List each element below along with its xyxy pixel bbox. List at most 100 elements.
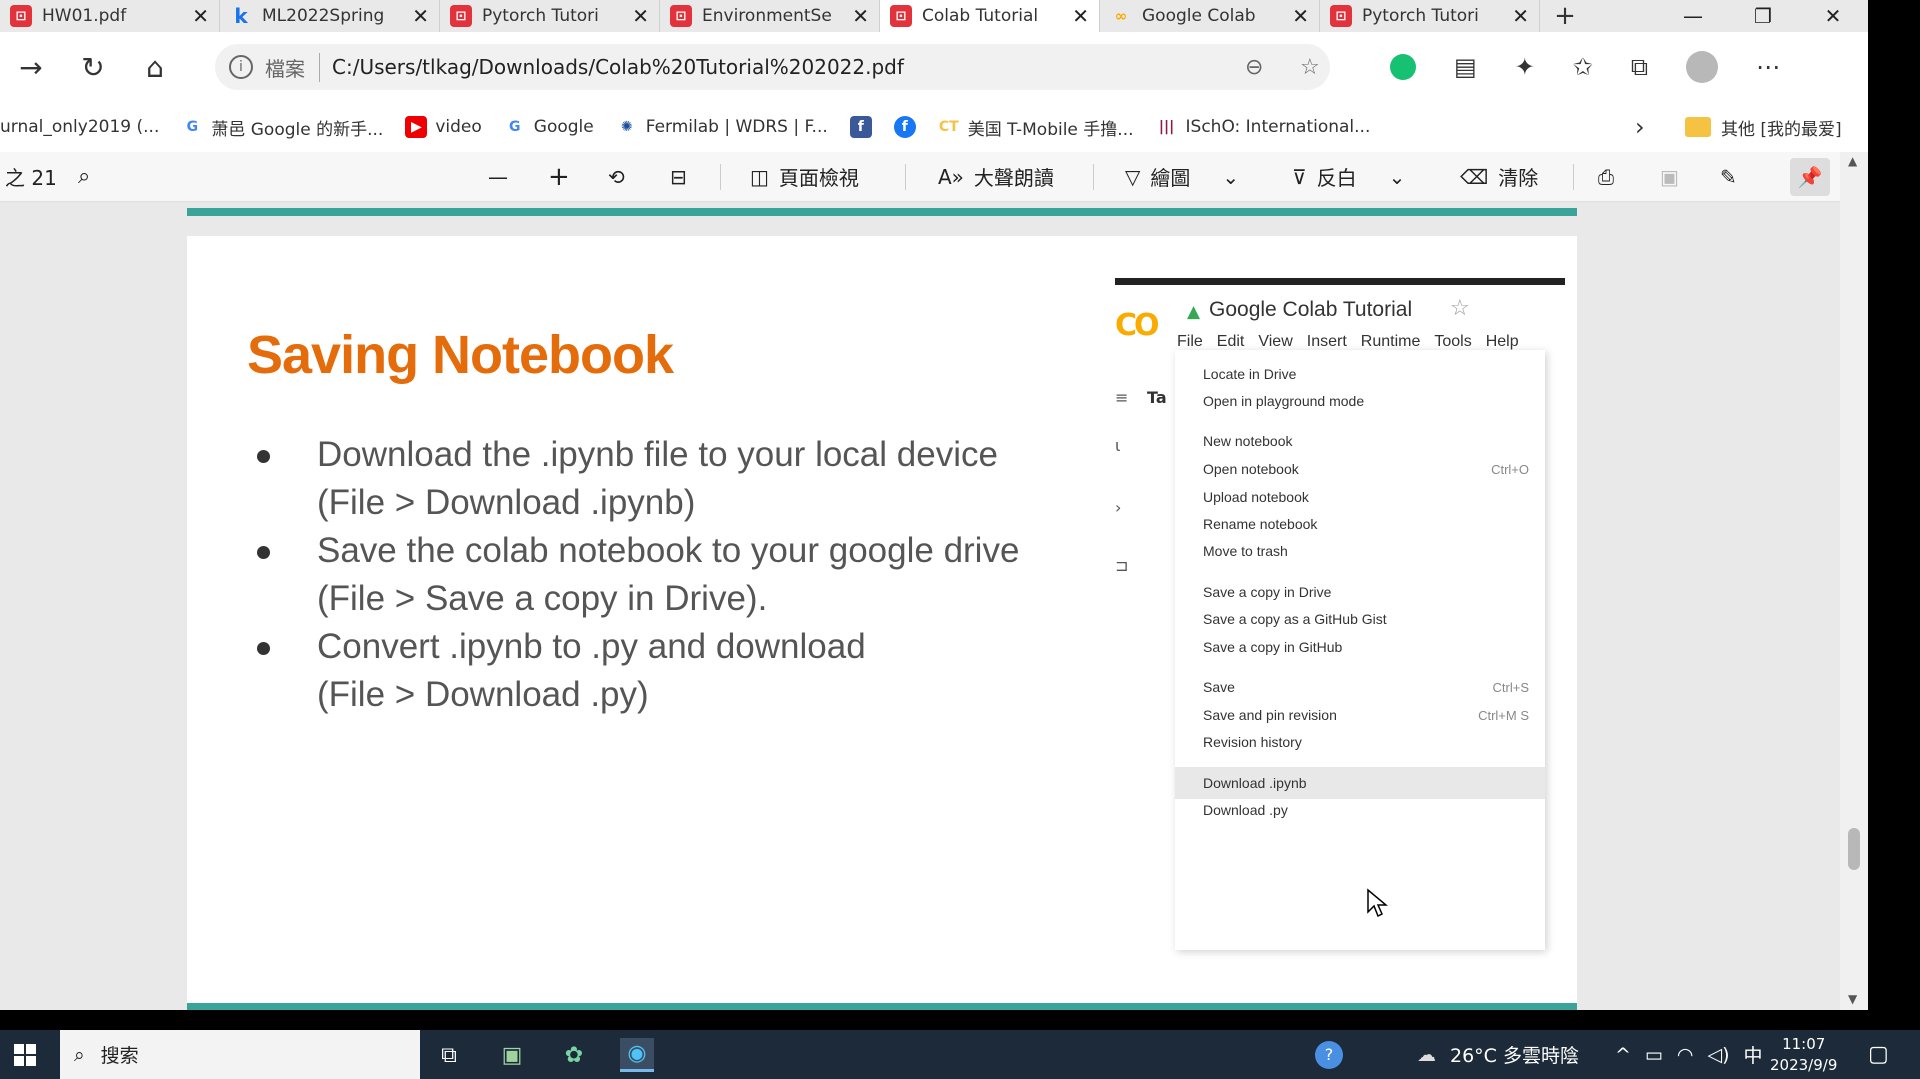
minimize-icon[interactable]: — <box>1658 0 1728 32</box>
close-icon[interactable]: ✕ <box>412 4 429 28</box>
close-icon[interactable]: ✕ <box>632 4 649 28</box>
add-favorite-icon[interactable]: ☆ <box>1300 55 1320 80</box>
volume-icon[interactable]: ◁) <box>1707 1044 1729 1066</box>
scroll-down-icon[interactable]: ▼ <box>1848 992 1857 1006</box>
draw-label: 繪圖 <box>1150 166 1191 190</box>
collections-icon[interactable]: ⧉ <box>1631 53 1648 81</box>
pin-toolbar-icon[interactable]: 📌 <box>1790 158 1830 196</box>
save-as-icon[interactable]: ✎ <box>1720 165 1737 189</box>
menu-item-label: Download .py <box>1203 802 1288 818</box>
rotate-icon[interactable]: ⟲ <box>608 165 625 189</box>
close-icon[interactable]: ✕ <box>852 4 869 28</box>
edge-browser-icon[interactable]: ◉ <box>620 1038 654 1072</box>
close-icon[interactable]: ✕ <box>1512 4 1529 28</box>
extension-icon[interactable]: ▤ <box>1454 53 1477 81</box>
wifi-icon[interactable]: ◠ <box>1677 1044 1694 1066</box>
chevron-right-icon[interactable]: › <box>1635 113 1645 141</box>
close-icon[interactable]: ✕ <box>192 4 209 28</box>
close-icon[interactable]: ✕ <box>1072 4 1089 28</box>
toolbar-divider <box>905 164 906 190</box>
star-icon: ☆ <box>1450 296 1470 321</box>
address-input[interactable]: i 檔案 C:/Users/tlkag/Downloads/Colab%20Tu… <box>215 44 1330 90</box>
tab-label: Pytorch Tutori <box>482 6 599 26</box>
menu-item-open-playground: Open in playground mode <box>1175 387 1545 415</box>
windows-start-icon[interactable] <box>14 1044 36 1066</box>
print-icon[interactable]: ⎙ <box>1598 165 1614 189</box>
menu-item-label: Save <box>1203 679 1235 695</box>
restore-icon[interactable]: ❐ <box>1728 0 1798 32</box>
url-text[interactable]: C:/Users/tlkag/Downloads/Colab%20Tutoria… <box>332 55 904 79</box>
bookmark-item[interactable]: ||| ISchO: International... <box>1156 116 1371 138</box>
bookmark-item[interactable]: CT 美国 T-Mobile 手撸... <box>938 115 1134 140</box>
slide-title: Saving Notebook <box>247 325 674 385</box>
search-icon[interactable]: ⌕ <box>78 164 90 189</box>
clock[interactable]: 11:07 2023/9/9 <box>1770 1034 1837 1076</box>
draw-button[interactable]: ▽ 繪圖 ⌄ <box>1125 162 1239 191</box>
puzzle-extensions-icon[interactable]: ✦ <box>1515 53 1535 81</box>
tab-ml2022spring[interactable]: k ML2022Spring ✕ <box>220 0 440 32</box>
ime-indicator[interactable]: 中 <box>1743 1041 1762 1068</box>
weather-text[interactable]: 26°C 多雲時陰 <box>1450 1041 1579 1068</box>
bookmark-item[interactable]: f <box>849 116 872 138</box>
tab-colab-tutorial[interactable]: ⊡ Colab Tutorial ✕ <box>880 0 1100 32</box>
favorites-icon[interactable]: ✩ <box>1573 53 1593 81</box>
fit-page-icon[interactable]: ⊟ <box>670 165 687 189</box>
chevron-down-icon[interactable]: ⌄ <box>1389 165 1406 189</box>
tab-pytorch-tutorial-2[interactable]: ⊡ Pytorch Tutori ✕ <box>1320 0 1540 32</box>
scrollbar[interactable]: ▲ ▼ <box>1840 152 1868 1010</box>
page-view-button[interactable]: ◫ 頁面檢視 <box>750 162 859 191</box>
file-scheme-label: 檔案 <box>265 52 320 82</box>
save-icon[interactable]: ▣ <box>1660 165 1679 189</box>
bookmark-item[interactable]: ✺ Fermilab | WDRS | F... <box>616 116 828 138</box>
menu-item-label: Upload notebook <box>1203 489 1309 505</box>
read-aloud-button[interactable]: A» 大聲朗讀 <box>938 162 1054 191</box>
task-view-icon[interactable]: ⧉ <box>432 1038 466 1072</box>
app-icon[interactable]: ▣ <box>495 1038 529 1072</box>
bookmark-label: Google <box>533 117 594 137</box>
profile-avatar[interactable] <box>1686 51 1719 83</box>
tab-google-colab[interactable]: ∞ Google Colab ✕ <box>1100 0 1320 32</box>
more-menu-icon[interactable]: ⋯ <box>1756 53 1780 81</box>
help-icon[interactable]: ? <box>1315 1040 1343 1069</box>
scrollbar-thumb[interactable] <box>1848 828 1860 870</box>
toolbar-divider <box>1093 164 1094 190</box>
chevron-down-icon[interactable]: ⌄ <box>1222 165 1239 189</box>
bookmark-item[interactable]: f <box>893 116 916 138</box>
other-favorites-folder[interactable]: 其他 [我的最爱] <box>1685 115 1842 140</box>
home-icon[interactable]: ⌂ <box>124 51 186 84</box>
tab-pytorch-tutorial[interactable]: ⊡ Pytorch Tutori ✕ <box>440 0 660 32</box>
search-placeholder: 搜索 <box>100 1045 139 1067</box>
zoom-out-button[interactable]: — <box>488 165 508 189</box>
colab-menu-edit: Edit <box>1216 333 1245 350</box>
close-icon[interactable]: ✕ <box>1292 4 1309 28</box>
highlight-button[interactable]: ⊽ 反白 ⌄ <box>1292 162 1405 191</box>
reload-icon[interactable]: ↻ <box>62 51 124 84</box>
bookmark-item[interactable]: G Google <box>504 116 594 138</box>
close-window-icon[interactable]: ✕ <box>1798 0 1868 32</box>
scroll-up-icon[interactable]: ▲ <box>1848 154 1857 168</box>
forward-icon[interactable]: → <box>0 51 62 84</box>
info-icon[interactable]: i <box>229 55 253 79</box>
bookmark-item[interactable]: ▶ video <box>405 116 482 138</box>
tab-environment-setup[interactable]: ⊡ EnvironmentSe ✕ <box>660 0 880 32</box>
tab-hw01[interactable]: ⊡ HW01.pdf ✕ <box>0 0 220 32</box>
new-tab-button[interactable]: + <box>1540 0 1590 32</box>
menu-item-save-copy-gist: Save a copy as a GitHub Gist <box>1175 605 1545 633</box>
search-icon: ɩ <box>1115 436 1121 455</box>
menu-item-label: Rename notebook <box>1203 516 1318 532</box>
bookmark-item[interactable]: urnal_only2019 (... <box>0 117 159 137</box>
zoom-in-button[interactable]: + <box>548 162 570 192</box>
shortcut-hint: Ctrl+S <box>1492 679 1529 695</box>
grammarly-extension-icon[interactable] <box>1390 54 1416 80</box>
erase-button[interactable]: ⌫ 清除 <box>1460 162 1538 191</box>
battery-icon[interactable]: ▭ <box>1645 1044 1663 1066</box>
bookmarks-bar: urnal_only2019 (... G 萧邑 Google 的新手... ▶ v… <box>0 102 1868 152</box>
bookmark-item[interactable]: G 萧邑 Google 的新手... <box>181 115 384 140</box>
chevron-up-icon[interactable]: ^ <box>1615 1044 1631 1066</box>
taskbar-search-input[interactable]: ⌕ 搜索 <box>60 1030 420 1079</box>
search-icon: ⌕ <box>74 1043 85 1066</box>
paw-app-icon[interactable]: ✿ <box>557 1038 591 1072</box>
notification-icon[interactable]: ▢ <box>1868 1042 1889 1067</box>
pdf-icon: ⊡ <box>890 5 912 27</box>
zoom-out-icon[interactable]: ⊖ <box>1245 55 1263 80</box>
